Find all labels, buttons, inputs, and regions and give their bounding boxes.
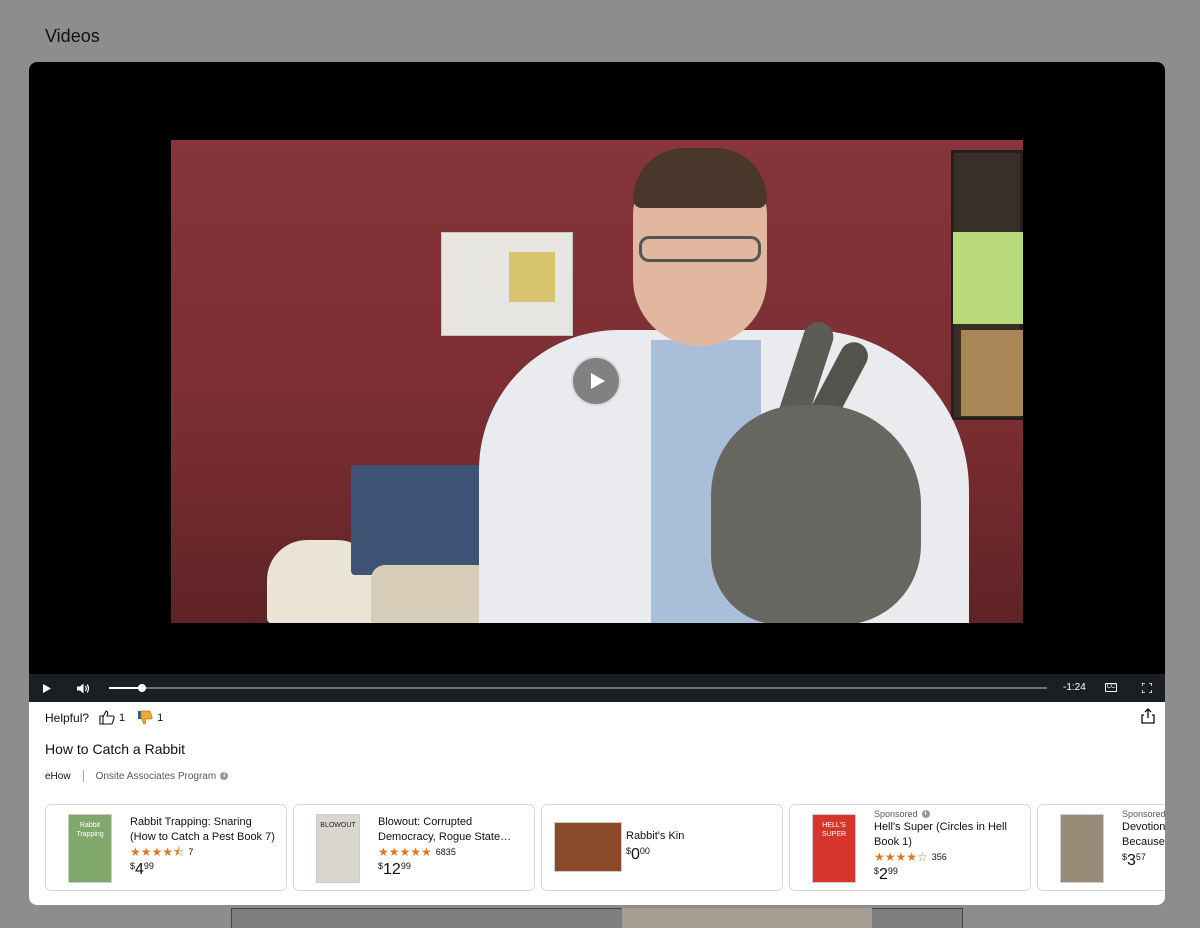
- play-overlay-button[interactable]: [571, 356, 621, 406]
- price-whole: 12: [383, 861, 401, 878]
- video-source[interactable]: eHow: [45, 771, 71, 782]
- play-button[interactable]: [39, 674, 55, 702]
- product-price: $3 57: [1122, 852, 1165, 870]
- product-details: Rabbit Trapping: Snaring (How to Catch a…: [130, 815, 280, 879]
- helpful-label: Helpful?: [45, 710, 90, 725]
- product-title[interactable]: Hell's Super (Circles in Hell Book 1): [874, 820, 1024, 850]
- price-whole: 2: [879, 866, 888, 883]
- fullscreen-button[interactable]: [1139, 674, 1155, 702]
- product-card[interactable]: Rabbit Trapping Rabbit Trapping: Snaring …: [45, 804, 287, 891]
- background-video-thumbnail: [622, 908, 872, 928]
- product-price: $12 99: [378, 861, 528, 879]
- fullscreen-icon: [1142, 683, 1152, 693]
- product-card[interactable]: Rabbit's Kin $0 00: [541, 804, 783, 891]
- product-title[interactable]: Rabbit Trapping: Snaring (How to Catch a…: [130, 815, 280, 845]
- product-rating[interactable]: ★★★★⯪ 7: [130, 845, 280, 859]
- thumbs-down-count: 1: [157, 711, 164, 724]
- video-player[interactable]: -1:24 CC: [29, 62, 1165, 702]
- time-remaining: -1:24: [1063, 682, 1086, 693]
- thumbs-up-button[interactable]: 1: [99, 710, 125, 725]
- price-whole: 3: [1127, 852, 1136, 869]
- price-fraction: 57: [1135, 852, 1146, 862]
- player-controls: -1:24 CC: [29, 674, 1165, 702]
- product-title[interactable]: Devotion Because: [1122, 820, 1165, 850]
- product-title[interactable]: Blowout: Corrupted Democracy, Rogue Stat…: [378, 815, 528, 845]
- section-title: Videos: [45, 26, 100, 46]
- volume-icon: [76, 683, 89, 693]
- volume-button[interactable]: [73, 674, 93, 702]
- product-card[interactable]: HELL'S SUPER Sponsored i Hell's Super (Circ…: [789, 804, 1031, 891]
- product-image[interactable]: HELL'S SUPER: [812, 814, 856, 883]
- info-icon[interactable]: i: [220, 772, 229, 780]
- rating-stars: ★★★★☆: [874, 850, 928, 864]
- product-cover-text: Rabbit Trapping: [76, 822, 104, 838]
- product-rating[interactable]: ★★★★☆ 356: [874, 850, 1024, 864]
- product-carousel: Rabbit Trapping Rabbit Trapping: Snaring …: [45, 804, 1165, 892]
- video-meta: eHow Onsite Associates Program i: [45, 770, 229, 782]
- product-card[interactable]: SponsorediDevotion Because $357: [1037, 804, 1165, 891]
- product-image[interactable]: BLOWOUT: [316, 814, 360, 883]
- product-image[interactable]: [1060, 814, 1104, 883]
- share-icon: [1141, 708, 1155, 724]
- sponsored-label: Sponsoredi: [874, 808, 1024, 820]
- product-cover-text: BLOWOUT: [320, 822, 356, 829]
- sponsored-text: Sponsored: [1122, 809, 1165, 819]
- product-rating[interactable]: ★★★★★ 6835: [378, 845, 528, 859]
- sponsored-label: Sponsoredi: [1122, 808, 1165, 820]
- product-card[interactable]: BLOWOUT Blowout: Corrupted Democracy, Rog…: [293, 804, 535, 891]
- thumbs-up-icon: [99, 710, 115, 725]
- product-details: Rabbit's Kin $0 00: [626, 829, 776, 864]
- product-price: $4 99: [130, 861, 280, 879]
- share-button[interactable]: [1141, 708, 1155, 729]
- sponsored-info-icon[interactable]: i: [921, 810, 930, 818]
- video-info: Helpful? 1 1 How to Catch a Rabbit eHow …: [29, 702, 1165, 905]
- thumbs-down-button[interactable]: 1: [137, 710, 163, 725]
- thumbs-up-count: 1: [119, 711, 126, 724]
- price-whole: 0: [631, 846, 640, 863]
- helpful-row: Helpful? 1 1: [45, 710, 175, 725]
- progress-bar[interactable]: [109, 684, 1047, 692]
- rating-stars: ★★★★⯪: [130, 845, 185, 859]
- closed-captions-button[interactable]: CC: [1105, 683, 1117, 692]
- price-fraction: 99: [143, 861, 154, 871]
- price-fraction: 99: [400, 861, 411, 871]
- price-fraction: 99: [887, 866, 898, 876]
- video-modal: -1:24 CC Helpful? 1 1 How to Catch a Rab…: [29, 62, 1165, 905]
- progress-scrubber[interactable]: [137, 684, 146, 692]
- thumbs-down-icon: [138, 710, 153, 725]
- rating-count: 356: [931, 852, 947, 862]
- sponsored-text: Sponsored: [874, 809, 918, 819]
- rating-count: 6835: [435, 847, 456, 857]
- play-icon: [43, 683, 51, 693]
- associates-program: Onsite Associates Program i: [96, 771, 229, 782]
- product-title[interactable]: Rabbit's Kin: [626, 829, 776, 844]
- product-image[interactable]: [554, 822, 622, 872]
- price-whole: 4: [135, 861, 144, 878]
- progress-fill: [109, 687, 142, 689]
- price-fraction: 00: [639, 846, 650, 856]
- product-details: SponsorediDevotion Because $357: [1122, 808, 1165, 870]
- meta-divider: [82, 770, 84, 782]
- product-details: Sponsored i Hell's Super (Circles in Hell …: [874, 808, 1024, 884]
- rating-stars: ★★★★★: [378, 845, 432, 859]
- play-icon: [591, 373, 605, 389]
- product-price: $2 99: [874, 866, 1024, 884]
- video-title: How to Catch a Rabbit: [45, 741, 186, 757]
- associates-program-label: Onsite Associates Program: [95, 770, 217, 782]
- product-price: $0 00: [626, 846, 776, 864]
- rating-count: 7: [188, 847, 194, 857]
- product-cover-text: HELL'S SUPER: [821, 822, 847, 838]
- product-details: Blowout: Corrupted Democracy, Rogue Stat…: [378, 815, 528, 879]
- product-image[interactable]: Rabbit Trapping: [68, 814, 112, 883]
